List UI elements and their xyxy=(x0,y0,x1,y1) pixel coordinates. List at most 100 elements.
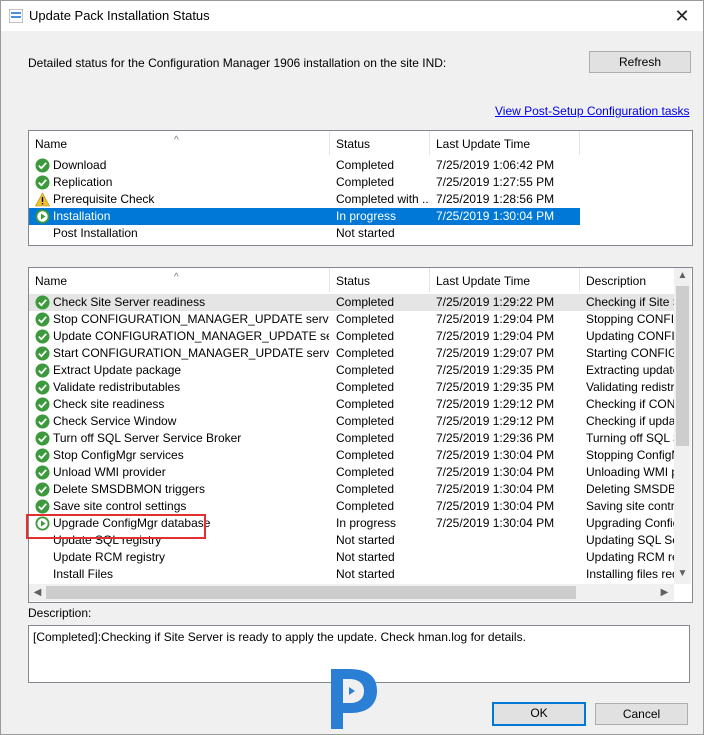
step-cell-desc: Starting CONFIGU xyxy=(586,346,674,360)
vertical-scrollbar[interactable]: ▲ ▼ xyxy=(674,268,691,584)
check-icon xyxy=(35,431,50,446)
step-cell-status: Completed xyxy=(336,312,395,326)
check-icon xyxy=(35,448,50,463)
stage-cell-name: Prerequisite Check xyxy=(53,192,155,206)
step-list[interactable]: Name ^ Status Last Update Time Descripti… xyxy=(28,267,693,603)
stage-row[interactable]: Installation In progress 7/25/2019 1:30:04… xyxy=(29,208,580,225)
step-row[interactable]: Turn off SQL Server Service Broker Comple… xyxy=(29,430,674,447)
stage-cell-time: 7/25/2019 1:27:55 PM xyxy=(436,175,555,189)
stage-cell-time: 7/25/2019 1:30:04 PM xyxy=(436,209,555,223)
stage-cell-time xyxy=(436,225,580,242)
status-text: Detailed status for the Configuration Ma… xyxy=(28,56,447,70)
step-cell-desc: Unloading WMI pro xyxy=(586,465,674,479)
step-row[interactable]: Save site control settings Completed 7/25/… xyxy=(29,498,674,515)
close-button[interactable]: ✕ xyxy=(669,5,695,27)
title-bar: Update Pack Installation Status ✕ xyxy=(1,1,703,31)
stage-cell-name: Post Installation xyxy=(53,226,138,240)
stage-cell-time: 7/25/2019 1:28:56 PM xyxy=(436,192,555,206)
step-row[interactable]: Start CONFIGURATION_MANAGER_UPDATE servi… xyxy=(29,345,674,362)
step-cell-name: Update RCM registry xyxy=(53,550,166,564)
step-row[interactable]: Stop ConfigMgr services Completed 7/25/201… xyxy=(29,447,674,464)
step-cell-status: Not started xyxy=(336,533,395,547)
stage-cell-name: Installation xyxy=(53,209,111,223)
scroll-up-icon[interactable]: ▲ xyxy=(674,270,691,281)
step-cell-time: 7/25/2019 1:29:12 PM xyxy=(436,397,555,411)
column-header-status[interactable]: Status xyxy=(330,268,430,292)
step-cell-desc: Extracting update p xyxy=(586,363,674,377)
highlight-box xyxy=(26,514,206,539)
refresh-button[interactable]: Refresh xyxy=(589,51,691,73)
check-icon xyxy=(35,499,50,514)
stage-cell-status: Completed xyxy=(336,158,395,172)
step-cell-time xyxy=(436,549,580,566)
step-cell-time: 7/25/2019 1:30:04 PM xyxy=(436,482,555,496)
stage-row[interactable]: Prerequisite Check Completed with ... 7/25… xyxy=(29,191,580,208)
scroll-right-icon[interactable]: ▶ xyxy=(656,587,673,598)
column-header-status[interactable]: Status xyxy=(330,131,430,155)
step-cell-desc: Turning off SQL Se xyxy=(586,431,674,445)
step-row[interactable]: Install Files Not started Installing files… xyxy=(29,566,674,583)
step-cell-desc: Updating RCM reg xyxy=(586,550,674,564)
step-row[interactable]: Delete SMSDBMON triggers Completed 7/25/20… xyxy=(29,481,674,498)
column-header-name[interactable]: Name ^ xyxy=(29,268,330,292)
step-cell-status: Completed xyxy=(336,346,395,360)
step-cell-name: Validate redistributables xyxy=(53,380,181,394)
scroll-down-icon[interactable]: ▼ xyxy=(674,568,691,579)
step-row[interactable]: Unload WMI provider Completed 7/25/2019 1:… xyxy=(29,464,674,481)
stage-cell-name: Download xyxy=(53,158,107,172)
step-cell-time: 7/25/2019 1:29:04 PM xyxy=(436,312,555,326)
stage-row[interactable]: Download Completed 7/25/2019 1:06:42 PM xyxy=(29,157,580,174)
cancel-button[interactable]: Cancel xyxy=(595,703,688,725)
step-cell-time: 7/25/2019 1:29:36 PM xyxy=(436,431,555,445)
step-cell-desc: Validating redistribu xyxy=(586,380,674,394)
column-header-name[interactable]: Name ^ xyxy=(29,131,330,155)
step-cell-name: Install Files xyxy=(53,567,114,581)
step-row[interactable]: Stop CONFIGURATION_MANAGER_UPDATE servic… xyxy=(29,311,674,328)
stage-cell-status: Completed xyxy=(336,175,395,189)
step-row[interactable]: Update CONFIGURATION_MANAGER_UPDATE serv… xyxy=(29,328,674,345)
step-row[interactable]: Check Service Window Completed 7/25/2019 1… xyxy=(29,413,674,430)
step-cell-time: 7/25/2019 1:29:35 PM xyxy=(436,380,555,394)
horizontal-scrollbar[interactable]: ◀ ▶ xyxy=(29,584,674,601)
column-header-time[interactable]: Last Update Time xyxy=(430,268,580,292)
sort-ascending-icon: ^ xyxy=(174,272,179,283)
step-row[interactable]: Update RCM registry Not started Updating R… xyxy=(29,549,674,566)
step-cell-status: Completed xyxy=(336,397,395,411)
step-row[interactable]: Validate redistributables Completed 7/25/2… xyxy=(29,379,674,396)
stage-row[interactable]: Post Installation Not started xyxy=(29,225,580,242)
step-cell-status: Completed xyxy=(336,499,395,513)
scroll-thumb[interactable] xyxy=(676,286,689,446)
step-cell-status: In progress xyxy=(336,516,397,530)
step-cell-desc: Stopping ConfigMg xyxy=(586,448,674,462)
stage-row[interactable]: Replication Completed 7/25/2019 1:27:55 PM xyxy=(29,174,580,191)
check-icon xyxy=(35,158,50,173)
update-pack-dialog: Update Pack Installation Status ✕ Detail… xyxy=(0,0,704,735)
ok-button[interactable]: OK xyxy=(492,702,586,726)
sort-ascending-icon: ^ xyxy=(174,135,179,146)
stage-list[interactable]: Name ^ Status Last Update Time Download C… xyxy=(28,130,693,246)
post-setup-link[interactable]: View Post-Setup Configuration tasks xyxy=(495,104,690,118)
column-header-time[interactable]: Last Update Time xyxy=(430,131,580,155)
step-row[interactable]: Extract Update package Completed 7/25/2019… xyxy=(29,362,674,379)
step-cell-desc: Saving site control xyxy=(586,499,674,513)
step-cell-name: Stop CONFIGURATION_MANAGER_UPDATE servic… xyxy=(53,312,329,326)
step-row[interactable]: Check Site Server readiness Completed 7/25… xyxy=(29,294,674,311)
check-icon xyxy=(35,482,50,497)
step-cell-name: Extract Update package xyxy=(53,363,182,377)
step-cell-name: Save site control settings xyxy=(53,499,187,513)
hscroll-thumb[interactable] xyxy=(46,586,576,599)
check-icon xyxy=(35,329,50,344)
column-header-description[interactable]: Description xyxy=(580,268,675,292)
step-cell-desc: Deleting SMSDBM xyxy=(586,482,674,496)
scroll-left-icon[interactable]: ◀ xyxy=(29,587,46,598)
description-label: Description: xyxy=(28,606,92,620)
step-cell-desc: Updating SQL Ser xyxy=(586,533,674,547)
step-cell-status: Completed xyxy=(336,295,395,309)
step-cell-status: Not started xyxy=(336,567,395,581)
step-cell-name: Start CONFIGURATION_MANAGER_UPDATE servi… xyxy=(53,346,329,360)
step-cell-time: 7/25/2019 1:30:04 PM xyxy=(436,499,555,513)
step-cell-desc: Checking if CONFI xyxy=(586,397,674,411)
step-cell-name: Turn off SQL Server Service Broker xyxy=(53,431,242,445)
step-row[interactable]: Check site readiness Completed 7/25/2019 1… xyxy=(29,396,674,413)
step-cell-time xyxy=(436,566,580,583)
